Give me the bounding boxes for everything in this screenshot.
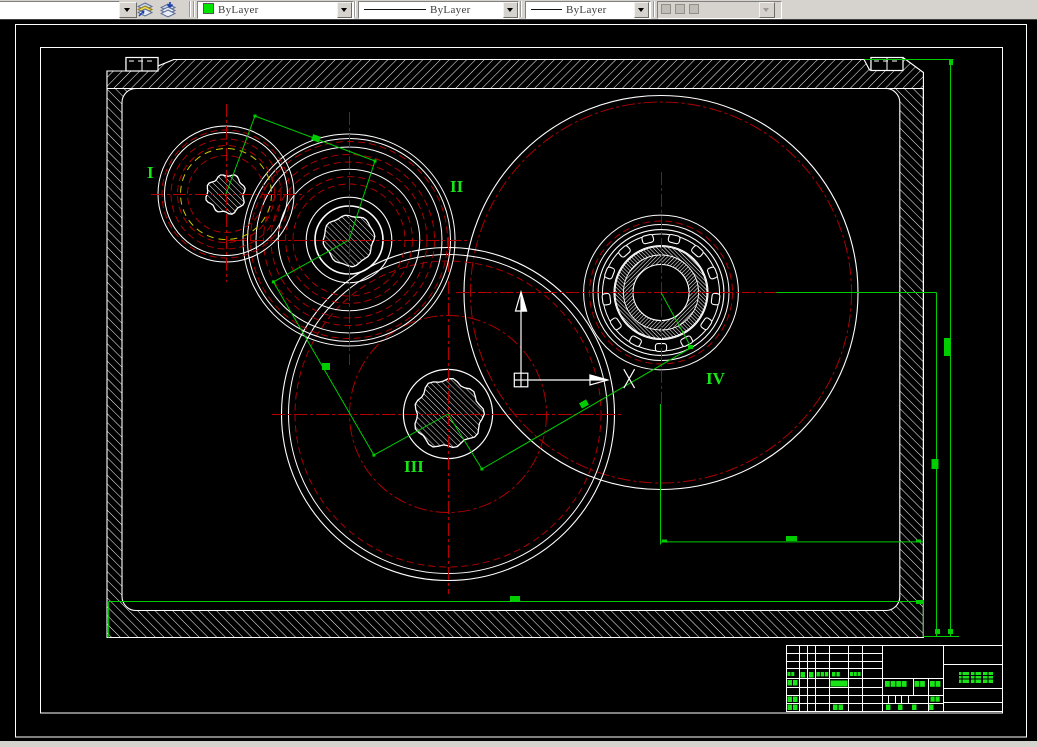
svg-text:II: II bbox=[450, 177, 464, 196]
svg-text:IV: IV bbox=[706, 369, 726, 388]
svg-text:III: III bbox=[404, 457, 424, 476]
svg-text:I: I bbox=[147, 163, 154, 182]
